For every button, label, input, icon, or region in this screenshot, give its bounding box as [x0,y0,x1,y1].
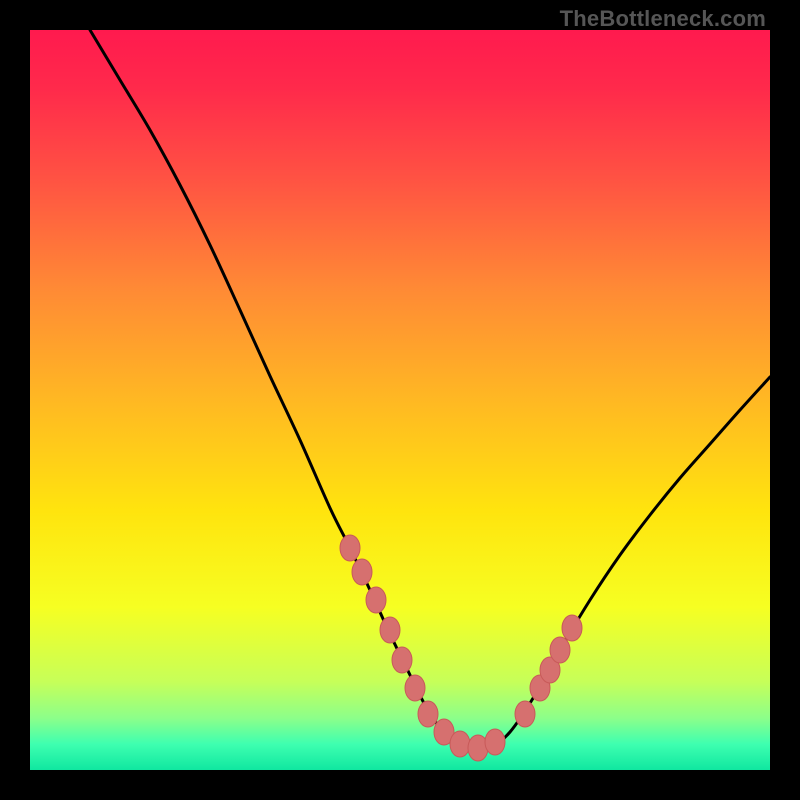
chart-frame [30,30,770,770]
highlight-point [485,729,505,755]
highlight-point [515,701,535,727]
highlight-point [450,731,470,757]
highlight-point [392,647,412,673]
highlight-points [340,535,582,761]
highlight-point [405,675,425,701]
highlight-point [340,535,360,561]
highlight-point [352,559,372,585]
highlight-point [366,587,386,613]
highlight-point [562,615,582,641]
chart-svg [30,30,770,770]
highlight-point [550,637,570,663]
highlight-point [418,701,438,727]
highlight-point [380,617,400,643]
watermark-text: TheBottleneck.com [560,6,766,32]
bottleneck-curve [90,30,770,750]
